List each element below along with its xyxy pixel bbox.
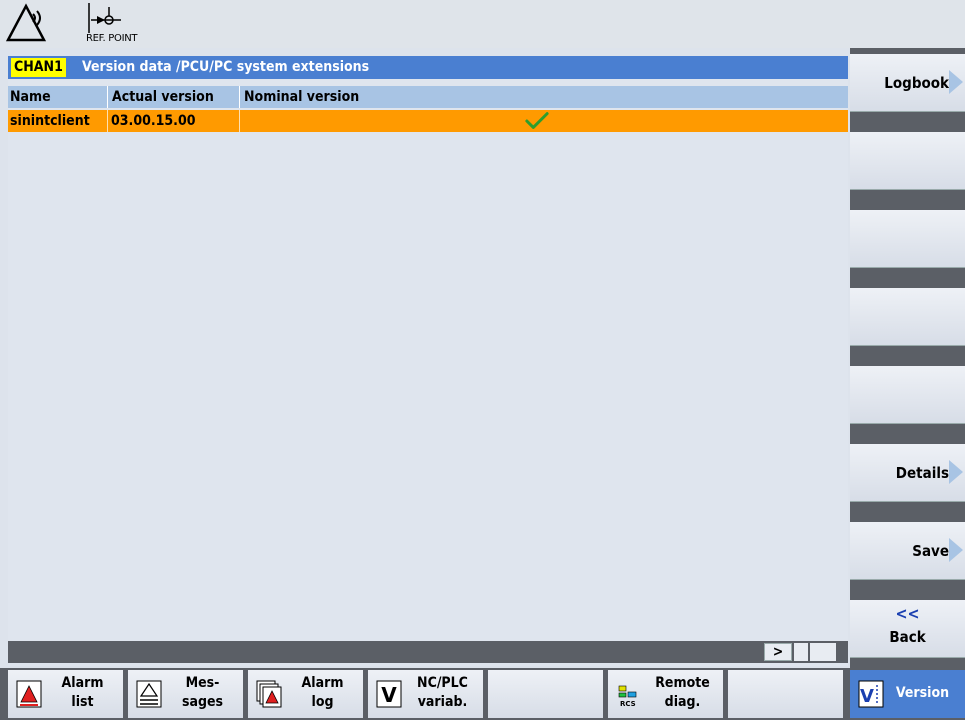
version-data-panel: CHAN1 Version data /PCU/PC system extens… bbox=[8, 56, 848, 666]
reference-point-label: REF. POINT bbox=[86, 33, 138, 44]
softkey-save[interactable]: Save bbox=[850, 522, 965, 580]
softkey-remote-diagnosis[interactable]: RCS Remote diag. bbox=[608, 670, 723, 718]
vertical-softkey-bar: Logbook Details Save << Back bbox=[850, 48, 965, 668]
machine-mode-icon bbox=[6, 3, 47, 42]
arrow-right-icon bbox=[949, 538, 963, 562]
check-icon bbox=[525, 112, 549, 129]
scroll-right-button[interactable]: > bbox=[764, 643, 792, 661]
softkey-empty-h7[interactable] bbox=[728, 670, 843, 718]
horizontal-softkey-bar: Alarm list Mes-sages Alarm log V NC/PLC var… bbox=[0, 668, 965, 720]
softkey-nc-plc-variables[interactable]: V NC/PLC variab. bbox=[368, 670, 483, 718]
alarm-list-icon bbox=[16, 680, 42, 708]
column-header-name[interactable]: Name bbox=[8, 86, 108, 108]
version-icon: V bbox=[858, 680, 884, 708]
scroll-track-segment bbox=[794, 643, 808, 661]
double-chevron-left-icon: << bbox=[895, 604, 920, 623]
softkey-back[interactable]: << Back bbox=[850, 600, 965, 658]
softkey-version[interactable]: V Version bbox=[850, 670, 965, 718]
softkey-details[interactable]: Details bbox=[850, 444, 965, 502]
reference-point-icon bbox=[88, 3, 121, 33]
scroll-track-segment bbox=[810, 643, 836, 661]
cell-name: sinintclient bbox=[8, 110, 108, 132]
messages-icon bbox=[136, 680, 162, 708]
svg-text:V: V bbox=[860, 686, 874, 707]
column-header-actual-version[interactable]: Actual version bbox=[108, 86, 240, 108]
variable-icon: V bbox=[376, 680, 402, 708]
softkey-alarm-log[interactable]: Alarm log bbox=[248, 670, 363, 718]
softkey-empty-3[interactable] bbox=[850, 210, 965, 268]
softkey-empty-5[interactable] bbox=[850, 366, 965, 424]
softkey-empty-4[interactable] bbox=[850, 288, 965, 346]
cell-actual-version: 03.00.15.00 bbox=[108, 110, 240, 132]
remote-diag-icon: RCS bbox=[618, 685, 637, 708]
softkey-messages[interactable]: Mes-sages bbox=[128, 670, 243, 718]
horizontal-scrollbar[interactable]: > bbox=[8, 641, 848, 663]
table-row[interactable]: sinintclient 03.00.15.00 bbox=[8, 110, 848, 132]
alarm-log-icon bbox=[256, 680, 282, 708]
status-bar: REF. POINT bbox=[0, 0, 965, 48]
table-header: Name Actual version Nominal version bbox=[8, 86, 848, 108]
panel-header: CHAN1 Version data /PCU/PC system extens… bbox=[8, 56, 848, 79]
softkey-empty-2[interactable] bbox=[850, 132, 965, 190]
channel-badge: CHAN1 bbox=[11, 58, 66, 77]
svg-text:V: V bbox=[381, 683, 397, 707]
softkey-logbook[interactable]: Logbook bbox=[850, 54, 965, 112]
svg-text:RCS: RCS bbox=[620, 700, 636, 708]
softkey-alarm-list[interactable]: Alarm list bbox=[8, 670, 123, 718]
arrow-right-icon bbox=[949, 70, 963, 94]
arrow-right-icon bbox=[949, 460, 963, 484]
softkey-empty-h5[interactable] bbox=[488, 670, 603, 718]
panel-title: Version data /PCU/PC system extensions bbox=[82, 59, 370, 75]
column-header-nominal-version[interactable]: Nominal version bbox=[240, 86, 840, 108]
